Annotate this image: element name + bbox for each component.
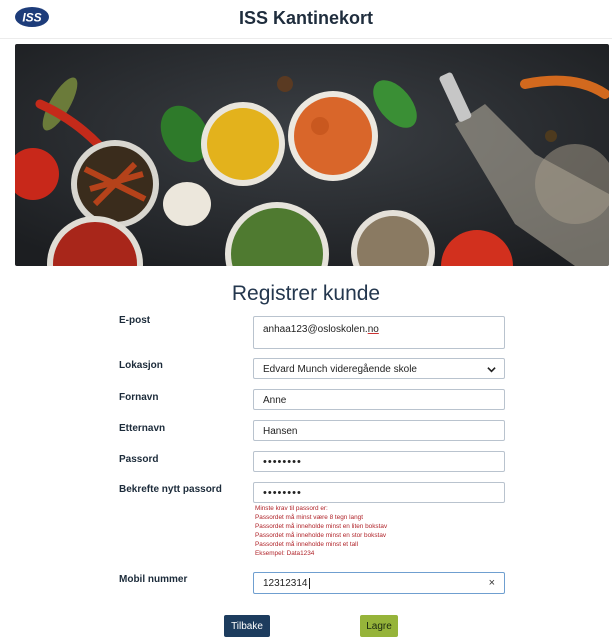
password-rule: Passordet må minst være 8 tegn langt [255, 514, 363, 521]
app-header: ISS ISS Kantinekort [0, 0, 612, 39]
spices-banner-image [15, 44, 609, 266]
phone-value-text: 12312314 [263, 578, 308, 590]
location-label: Lokasjon [119, 360, 163, 371]
clear-icon[interactable]: × [489, 577, 495, 589]
password-confirm-label: Bekrefte nytt passord [119, 484, 222, 495]
save-button[interactable]: Lagre [360, 615, 398, 637]
text-caret [308, 578, 310, 589]
first-name-value: Anne [263, 395, 287, 406]
first-name-input[interactable]: Anne [253, 389, 505, 410]
password-value: •••••••• [263, 456, 302, 468]
phone-value: 12312314 [263, 578, 310, 589]
password-rule: Passordet må inneholde minst en liten bo… [255, 523, 388, 530]
password-confirm-input[interactable]: •••••••• [253, 482, 505, 503]
last-name-label: Etternavn [119, 423, 166, 434]
password-requirements: Minste krav til passord er: Passordet må… [255, 504, 387, 558]
location-value: Edvard Munch videregående skole [263, 364, 417, 375]
phone-input[interactable]: 12312314 × [253, 572, 505, 594]
email-value-tld: no [367, 324, 379, 335]
last-name-value: Hansen [263, 426, 298, 437]
password-confirm-value: •••••••• [263, 487, 302, 499]
password-label: Passord [119, 454, 159, 465]
first-name-label: Fornavn [119, 392, 159, 403]
password-rule: Passordet må inneholde minst en stor bok… [255, 532, 387, 539]
password-rule: Minste krav til passord er: [255, 505, 328, 512]
email-value: anhaa123@osloskolen.no [263, 324, 379, 335]
email-label: E-post [119, 315, 151, 326]
last-name-input[interactable]: Hansen [253, 420, 505, 441]
password-rule: Eksempel: Data1234 [255, 550, 315, 557]
password-rule: Passordet må inneholde minst et tall [255, 541, 359, 548]
chevron-down-icon [487, 367, 496, 373]
email-input[interactable]: anhaa123@osloskolen.no [253, 316, 505, 349]
form-title: Registrer kunde [231, 282, 381, 305]
password-input[interactable]: •••••••• [253, 451, 505, 472]
back-button[interactable]: Tilbake [224, 615, 270, 637]
location-select[interactable]: Edvard Munch videregående skole [253, 358, 505, 379]
phone-label: Mobil nummer [119, 574, 188, 585]
email-value-user: anhaa123@osloskolen. [263, 324, 368, 335]
app-title: ISS Kantinekort [238, 8, 374, 28]
